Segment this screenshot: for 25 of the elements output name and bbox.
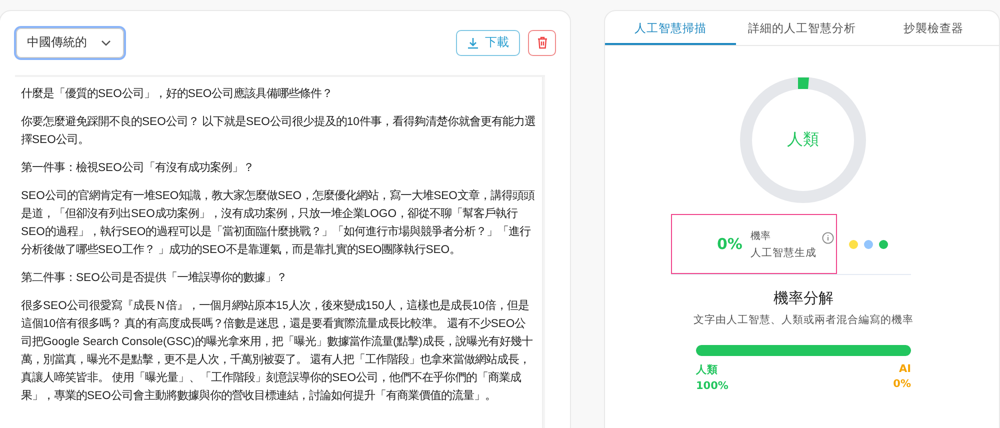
download-icon	[467, 36, 479, 48]
paragraph: 很多SEO公司很愛寫『成長Ｎ倍』，一個月網站原本15人次，後來變成150人，這樣也是成長10倍，但是這個10倍有很多嗎？ 真的有高度成長嗎？倍數是迷思，還是要看實際流量成長比較準。 還有不少SEO公司把Google Search Console(GSC)的曝光拿來用，把「曝光」數據當作流量(點擊)成長，說曝光有好幾十萬，別當真，曝光不是點擊，更不是人次，千萬別被耍了。 還有人把「工作階段」也拿來當做網站成長，真讓人啼笑皆非。 使用「曝光量」、「工作階段」刻意誤導你的SEO公司，他們不在乎你們的「商業成果」，專業的SEO公司會主動將數據與你的營收目標連結，討論如何提升「有商業價值的流量」。	[21, 298, 534, 404]
paragraph: 第二件事：SEO公司是否提供「一堆誤導你的數據」？	[21, 270, 288, 286]
human-label: 人類	[696, 363, 719, 377]
paragraph: SEO公司的官網肯定有一堆SEO知識，教大家怎麼做SEO，怎麼優化網站，寫一大堆SEO文章，講得頭頭是道，「但卻沒有列出SEO成功案例」，沒有成功案例，只放一堆企業LOGO，卻從不聊「幫客戶執行SEO的過程」，執行SEO的過程可以是「當初面臨什麼挑戰？」「如何進行市場與競爭者分析？」「進行分析後做了哪些SEO工作？ 」成功的SEO不是靠運氣，而是靠扎實的SEO團隊執行SEO。	[21, 188, 536, 258]
ai-value: 0%	[893, 378, 911, 390]
tab[interactable]: 人工智慧掃描	[605, 13, 736, 45]
paragraph: 你要怎麼避免踩開不良的SEO公司？ 以下就是SEO公司很少提及的10件事，看得夠清楚你就會更有能力選擇SEO公司。	[21, 114, 536, 148]
verdict-label: 人類	[787, 130, 819, 150]
language-select[interactable]: 中國傳統的	[16, 28, 124, 58]
paragraph: 什麼是「優質的SEO公司」，好的SEO公司應該具備哪些條件？	[21, 86, 334, 102]
info-icon[interactable]	[822, 232, 834, 244]
probability-value: 0%	[717, 235, 742, 253]
human-value: 100%	[696, 380, 728, 392]
delete-button[interactable]	[528, 30, 556, 56]
chevron-down-icon	[101, 40, 111, 46]
trash-icon	[536, 36, 548, 49]
tab[interactable]: 詳細的人工智慧分析	[736, 13, 868, 45]
tab[interactable]: 抄襲檢查器	[868, 13, 999, 45]
probability-caption: 機率	[750, 230, 772, 242]
ai-label: AI	[898, 363, 911, 375]
probability-label: 人工智慧生成	[750, 246, 816, 260]
paragraph: 第一件事：檢視SEO公司「有沒有成功案例」？	[21, 160, 255, 176]
breakdown-title: 機率分解	[772, 289, 834, 308]
breakdown-subtitle: 文字由人工智慧、人類或兩者混合編寫的機率	[692, 313, 914, 327]
